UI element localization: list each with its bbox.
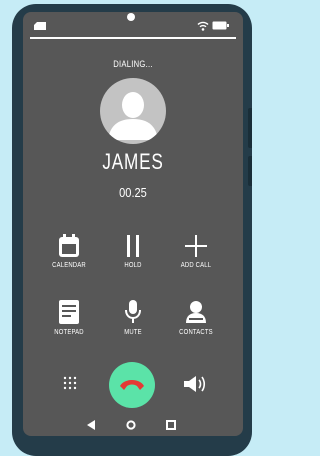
- speaker-icon[interactable]: [183, 374, 207, 394]
- phone-screen: DIALING... JAMES 00.25 CALENDAR HOLD ADD…: [23, 12, 243, 436]
- power-button: [248, 156, 252, 186]
- volume-button: [248, 108, 252, 148]
- end-call-button[interactable]: [109, 362, 155, 408]
- mute-label: MUTE: [124, 329, 142, 336]
- front-camera: [127, 13, 135, 21]
- status-bar-divider: [30, 37, 236, 39]
- mute-button[interactable]: MUTE: [101, 299, 165, 359]
- calendar-button[interactable]: CALENDAR: [37, 234, 101, 294]
- calendar-label: CALENDAR: [52, 262, 86, 269]
- call-duration: 00.25: [119, 185, 147, 200]
- back-icon[interactable]: [86, 420, 96, 430]
- notepad-icon: [59, 300, 79, 324]
- pause-icon: [127, 235, 139, 257]
- contacts-label: CONTACTS: [179, 329, 213, 336]
- phone-hangup-icon: [120, 380, 144, 390]
- battery-icon: [212, 21, 229, 30]
- caller-name: JAMES: [102, 149, 164, 174]
- add-call-label: ADD CALL: [180, 262, 212, 269]
- contacts-button[interactable]: CONTACTS: [164, 299, 228, 359]
- home-icon[interactable]: [126, 420, 136, 430]
- notepad-button[interactable]: NOTEPAD: [37, 299, 101, 359]
- sim-card-icon: [34, 22, 46, 30]
- user-avatar-icon: [108, 92, 158, 140]
- hold-button[interactable]: HOLD: [101, 234, 165, 294]
- add-call-button[interactable]: ADD CALL: [164, 234, 228, 294]
- plus-icon: [185, 235, 207, 257]
- dialpad-icon[interactable]: [63, 376, 77, 390]
- call-status: DIALING...: [113, 59, 153, 69]
- recent-apps-icon[interactable]: [166, 420, 176, 430]
- avatar: [100, 78, 166, 144]
- wifi-icon: [197, 21, 209, 31]
- calendar-icon: [59, 234, 79, 257]
- microphone-icon: [125, 300, 141, 323]
- hold-label: HOLD: [124, 262, 142, 269]
- contacts-icon: [186, 301, 206, 323]
- notepad-label: NOTEPAD: [54, 329, 84, 336]
